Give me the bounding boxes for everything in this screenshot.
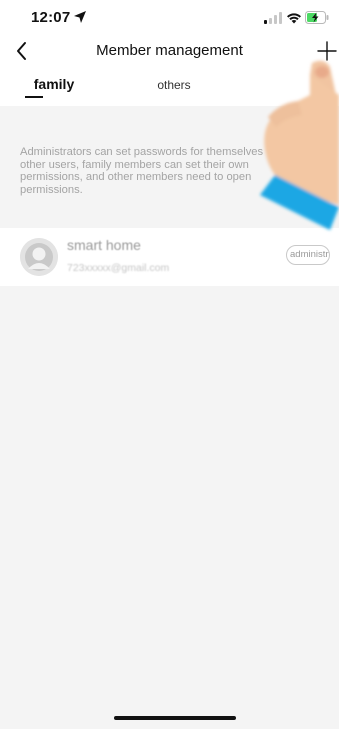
- wifi-icon: [287, 13, 301, 24]
- home-indicator[interactable]: [114, 716, 236, 720]
- status-time: 12:07: [31, 9, 71, 26]
- page-title: Member management: [96, 42, 243, 59]
- status-bar: 12:07: [0, 0, 339, 36]
- permissions-description: Administrators can set passwords for the…: [0, 141, 339, 225]
- add-member-plus-icon[interactable]: [316, 40, 338, 62]
- tab-family-label: family: [33, 76, 75, 92]
- member-tabs: family others: [0, 70, 339, 106]
- active-tab-indicator: [25, 96, 43, 98]
- member-email: 723xxxxx@gmail.com: [67, 262, 170, 274]
- nav-bar: Member management: [0, 36, 339, 70]
- battery-charging-icon: [305, 11, 329, 24]
- location-arrow-icon: [74, 11, 86, 23]
- user-avatar-icon: [20, 238, 58, 276]
- tab-others[interactable]: others: [140, 76, 208, 106]
- member-list-item[interactable]: smart home 723xxxxx@gmail.com administra…: [0, 228, 339, 286]
- member-name: smart home: [67, 237, 141, 253]
- permissions-description-text: Administrators can set passwords for the…: [20, 146, 264, 197]
- cellular-signal-icon: [264, 12, 282, 24]
- tab-family[interactable]: family: [20, 76, 88, 106]
- role-badge: administrator: [286, 245, 330, 265]
- tab-others-label: others: [157, 78, 191, 92]
